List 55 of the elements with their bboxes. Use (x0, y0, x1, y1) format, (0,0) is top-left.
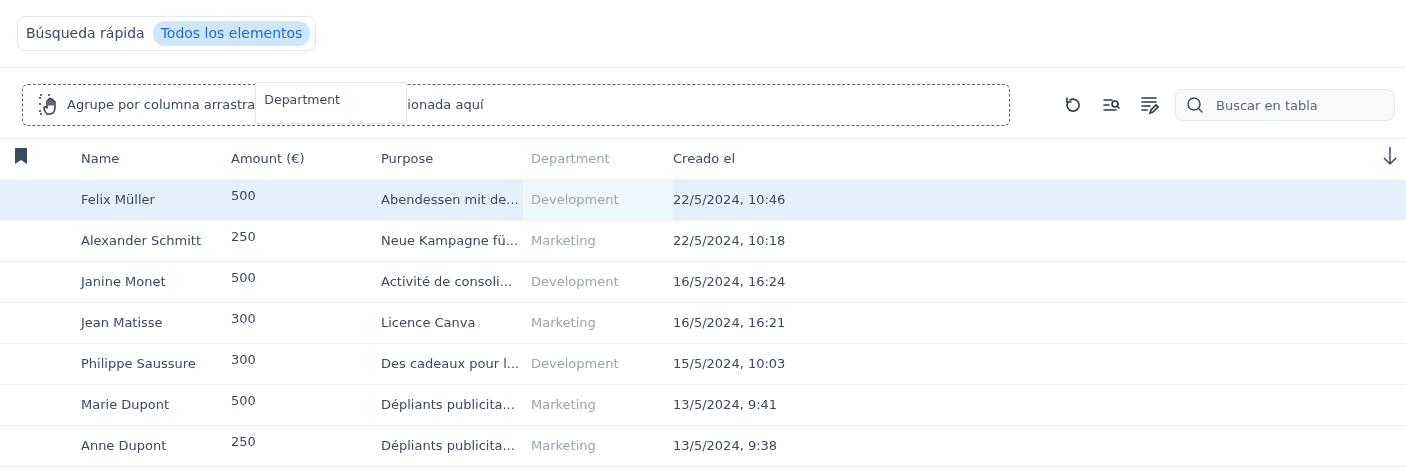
table-row[interactable]: Alexander Schmitt 250 Neue Kampagne fü... Marketing 22/5/2024, 10:18 (0, 221, 1406, 262)
table-cell: 13/5/2024, 9:38 (673, 438, 778, 454)
table-cell: Anne Dupont (81, 438, 167, 454)
table-cell: 22/5/2024, 10:46 (673, 192, 786, 208)
table-cell: 300 (231, 311, 256, 327)
table-cell: Janine Monet (81, 274, 166, 290)
table-cell: 16/5/2024, 16:21 (673, 315, 786, 331)
table-cell: Felix Müller (81, 192, 155, 208)
table-row[interactable]: Felix Müller 500 Abendessen mit de... Development 22/5/2024, 10:46 (0, 180, 1406, 221)
drop-zone-text: ionada aquí (407, 96, 484, 115)
table-cell: 13/5/2024, 9:41 (673, 397, 778, 413)
column-header[interactable]: Creado el (673, 151, 736, 167)
table-cell: 250 (231, 229, 256, 245)
table-cell-text: Development (531, 273, 619, 292)
table-cell-text: Marketing (531, 314, 596, 333)
table-cell-text: Development (531, 191, 619, 210)
quick-search-label: Búsqueda rápida (26, 24, 145, 43)
table-cell: Jean Matisse (81, 315, 163, 331)
table-cell-text: Marketing (531, 232, 596, 251)
drop-zone-text: Agrupe por columna arrastra (67, 96, 256, 115)
table-cell: 15/5/2024, 10:03 (673, 356, 786, 372)
table-cell: 22/5/2024, 10:18 (673, 233, 786, 249)
table-cell: Dépliants publicita... (381, 438, 515, 454)
table-cell: Des cadeaux pour l... (381, 356, 520, 372)
table-cell: 16/5/2024, 16:24 (673, 274, 786, 290)
table-cell-text: Marketing (531, 437, 596, 456)
table-cell-text: Marketing (531, 396, 596, 415)
table-cell: Alexander Schmitt (81, 233, 201, 249)
group-drop-zone[interactable]: Agrupe por columna arrastra Department ionada aquí (22, 84, 1010, 126)
table-cell: 500 (231, 270, 256, 286)
table-cell: Neue Kampagne fü... (381, 233, 519, 249)
column-header[interactable]: Purpose (381, 151, 434, 167)
table-cell: Abendessen mit de... (381, 192, 519, 208)
table-cell-text: Development (531, 355, 619, 374)
table-cell: 500 (231, 393, 256, 409)
filter-chip[interactable]: Todos los elementos (152, 21, 311, 46)
sort-icon[interactable] (1382, 146, 1398, 167)
search-field[interactable]: Buscar en tabla (1175, 89, 1395, 121)
table-row[interactable]: Anne Dupont 250 Dépliants publicita... Marketing 13/5/2024, 9:38 (0, 426, 1406, 467)
table-cell: Dépliants publicita... (381, 397, 515, 413)
table-cell: 300 (231, 352, 256, 368)
column-header[interactable]: Amount (€) (231, 151, 305, 167)
table-row[interactable]: Marie Dupont 500 Dépliants publicita... Marketing 13/5/2024, 9:41 (0, 385, 1406, 426)
table-cell: Marie Dupont (81, 397, 170, 413)
table-cell: 250 (231, 434, 256, 450)
table-cell: Philippe Saussure (81, 356, 196, 372)
table-row[interactable]: Janine Monet 500 Activité de consoli... Development 16/5/2024, 16:24 (0, 262, 1406, 303)
bookmark-icon[interactable] (14, 147, 28, 166)
table-cell: Licence Canva (381, 315, 476, 331)
column-header[interactable]: Name (81, 151, 120, 167)
table-cell: Activité de consoli... (381, 274, 513, 290)
table-row[interactable]: Philippe Saussure 300 Des cadeaux pour l... Development 15/5/2024, 10:03 (0, 344, 1406, 385)
table-row[interactable]: Jean Matisse 300 Licence Canva Marketing 16/5/2024, 16:21 (0, 303, 1406, 344)
dragged-column-header[interactable]: Department (255, 82, 408, 124)
table-cell: 500 (231, 188, 256, 204)
